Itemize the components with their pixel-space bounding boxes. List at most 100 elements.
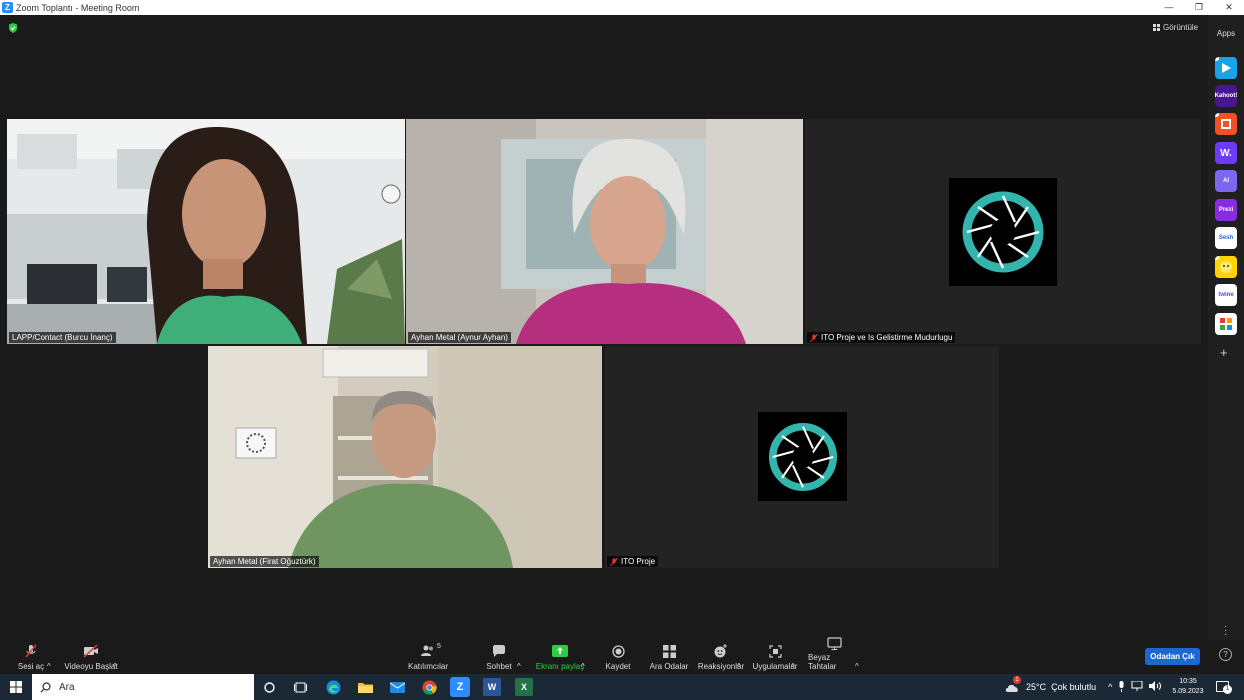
minimize-button[interactable]: — [1154,0,1184,15]
edge-browser-icon[interactable] [324,678,342,696]
add-app-icon[interactable]: + [1220,345,1228,360]
record-icon [610,643,626,659]
clock-time: 10:35 [1179,678,1197,685]
record-button-label: Kaydet [605,662,631,671]
participant-avatar-logo [949,178,1057,286]
search-icon [40,681,51,693]
participants-button[interactable]: 5 Katılımcılar [405,640,451,674]
zoom-app-icon: Z [2,2,13,13]
word-icon[interactable]: W [483,678,501,696]
apps-options-caret[interactable]: ^ [791,640,795,674]
reactions-options-caret[interactable]: ^ [737,640,741,674]
notification-count: 1 [1223,685,1232,694]
notification-center-icon[interactable]: 1 [1216,681,1232,694]
participants-button-label: Katılımcılar [407,662,448,671]
taskbar-search[interactable]: Ara [32,674,254,700]
record-button[interactable]: Kaydet [602,640,634,674]
app-icon-10[interactable] [1215,313,1237,335]
participant-avatar-logo [758,412,847,501]
chrome-browser-icon[interactable] [420,678,438,696]
grid-view-icon [1153,24,1160,31]
show-hidden-icons-icon[interactable]: ^ [1108,682,1112,692]
video-options-caret[interactable]: ^ [113,640,117,674]
window-title: Zoom Toplantı - Meeting Room [16,2,140,13]
participant-tile-ito-gelistirme[interactable]: ITO Proje ve Is Gelistirme Mudurlugu [805,119,1201,344]
maximize-button[interactable]: ❐ [1184,0,1214,15]
audio-options-caret[interactable]: ^ [47,640,51,674]
start-video-button[interactable]: Videoyu Başlat [62,640,120,674]
file-explorer-icon[interactable] [356,678,374,696]
chat-options-caret[interactable]: ^ [517,640,521,674]
twine-app-icon[interactable]: twine [1215,284,1237,306]
app-icon-3[interactable] [1215,113,1237,135]
participant-tile-burcu[interactable]: LAPP/Contact (Burcu İnanç) [7,119,405,344]
whiteboard-icon [826,637,842,650]
app-icon-1[interactable] [1215,57,1237,79]
clock-date: 5.09.2023 [1172,688,1204,695]
chat-icon [491,643,507,659]
whiteboards-button[interactable]: Beyaz Tahtalar [808,637,860,674]
view-button[interactable]: Görüntüle [1153,23,1198,32]
participant-name-tag: ITO Proje ve Is Gelistirme Mudurlugu [807,332,956,343]
taskbar-clock[interactable]: 10:35 5.09.2023 [1170,677,1206,697]
participant-name-tag: ITO Proje [607,556,659,567]
participant-tile-aynur[interactable]: Ayhan Metal (Aynur Ayhan) [406,119,803,344]
windows-start-icon[interactable] [7,678,25,696]
app-icon-8[interactable] [1215,256,1237,278]
zoom-taskbar-icon[interactable]: Z [450,677,470,697]
participant-video-aynur [406,119,803,344]
start-video-button-label: Videoyu Başlat [64,662,118,671]
chat-button-label: Sohbet [486,662,512,671]
share-screen-button-label: Ekranı paylaş [535,662,585,671]
volume-icon[interactable] [1149,681,1162,693]
muted-mic-icon [610,557,618,566]
share-options-caret[interactable]: ^ [581,640,585,674]
whiteboards-options-caret[interactable]: ^ [855,640,859,674]
participant-name: Ayhan Metal (Aynur Ayhan) [411,333,508,342]
ito-logo-icon [768,422,837,491]
participant-name: ITO Proje ve Is Gelistirme Mudurlugu [821,333,953,342]
chat-button[interactable]: Sohbet [483,640,515,674]
window-title-bar: Z Zoom Toplantı - Meeting Room — ❐ ✕ [0,0,1244,15]
wooclap-app-icon[interactable]: W. [1215,142,1237,164]
more-options-icon[interactable]: · · · [1224,622,1227,640]
mail-icon[interactable] [388,678,406,696]
apps-icon [767,643,783,659]
weather-text[interactable]: 25°C Çok bulutlu [1026,682,1096,692]
muted-mic-icon [23,643,39,659]
breakout-rooms-icon [661,643,677,659]
reactions-icon [713,643,729,659]
network-icon[interactable] [1131,680,1143,693]
security-shield-icon[interactable] [8,23,18,33]
microphone-tray-icon[interactable] [1118,680,1125,694]
participant-tile-firat[interactable]: Ayhan Metal (Firat Oğuztürk) [208,346,602,568]
system-tray: 1 25°C Çok bulutlu ^ [1004,674,1162,700]
weather-icon[interactable]: 1 [1004,676,1021,693]
weather-badge: 1 [1013,676,1021,684]
apps-title[interactable]: Apps [1208,29,1244,38]
whiteboards-button-label: Beyaz Tahtalar [808,653,837,671]
participant-tile-ito-proje[interactable]: ITO Proje [605,346,999,568]
view-button-label: Görüntüle [1163,23,1199,32]
close-button[interactable]: ✕ [1214,0,1244,15]
participants-icon: 5 [420,643,441,659]
task-view-icon[interactable] [291,678,309,696]
windows-taskbar: Ara Z W X 1 25°C Çok bulutlu ^ 10:35 5.0… [0,674,1244,700]
meeting-toolbar: Sesi aç ^ Videoyu Başlat ^ 5 Katılımcıla… [0,637,1244,674]
kahoot-app-icon[interactable]: Kahoot! [1215,85,1237,107]
meeting-area: Görüntüle LAPP/Contact (Burcu İnanç) Ayh… [0,15,1208,640]
share-screen-button[interactable]: Ekranı paylaş [535,640,585,674]
breakout-rooms-button-label: Ara Odalar [649,662,689,671]
ai-app-icon[interactable]: AI [1215,170,1237,192]
participants-count: 5 [437,643,441,650]
excel-icon[interactable]: X [515,678,533,696]
participant-name-tag: Ayhan Metal (Firat Oğuztürk) [210,556,319,567]
participant-name: ITO Proje [621,557,656,566]
breakout-rooms-button[interactable]: Ara Odalar [649,640,689,674]
sesh-app-icon[interactable]: Sesh [1215,227,1237,249]
prezi-app-icon[interactable]: Prezi [1215,199,1237,221]
cortana-icon[interactable] [260,678,278,696]
leave-meeting-button[interactable]: Odadan Çık [1145,648,1200,665]
unmute-button[interactable]: Sesi aç [14,640,48,674]
help-icon[interactable]: ? [1219,648,1232,661]
